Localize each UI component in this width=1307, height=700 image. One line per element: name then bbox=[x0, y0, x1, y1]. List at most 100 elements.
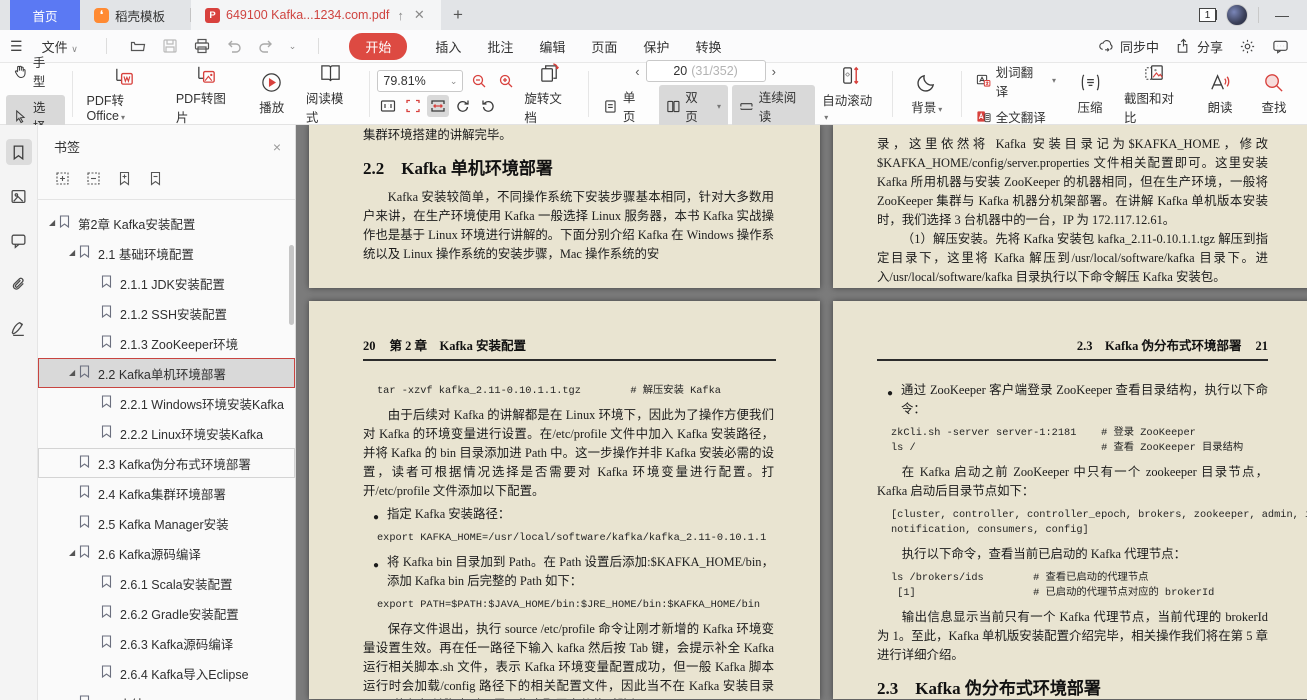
collapse-all-icon[interactable] bbox=[85, 170, 102, 190]
bookmark-label: 2.6.2 Gradle安装配置 bbox=[120, 604, 239, 623]
tab-up-arrow-icon[interactable]: ↑ bbox=[395, 8, 406, 23]
zoom-in-icon[interactable] bbox=[495, 70, 517, 92]
zoom-level-select[interactable]: 79.81% ⌄ bbox=[377, 70, 463, 92]
comments-panel-icon[interactable] bbox=[6, 227, 32, 253]
panel-scrollbar-thumb[interactable] bbox=[289, 245, 294, 325]
menu-edit[interactable]: 编辑 bbox=[533, 34, 571, 59]
menu-annotate[interactable]: 批注 bbox=[481, 34, 519, 59]
bookmark-item[interactable]: ◢2.1 基础环境配置 bbox=[38, 238, 295, 268]
tab-home[interactable]: 首页 bbox=[10, 0, 80, 30]
background-button[interactable]: 背景▾ bbox=[900, 67, 954, 120]
fit-page-icon[interactable] bbox=[402, 95, 424, 117]
thumbnails-panel-icon[interactable] bbox=[6, 183, 32, 209]
word-translate-icon bbox=[976, 73, 991, 88]
tree-expand-caret-icon[interactable]: ◢ bbox=[49, 218, 59, 227]
settings-gear-icon[interactable] bbox=[1239, 38, 1256, 55]
pdf-page-21[interactable]: 2.3 Kafka 伪分布式环境部署 21 ●通过 ZooKeeper 客户端登… bbox=[833, 301, 1307, 699]
read-mode-button[interactable]: 阅读模式 bbox=[299, 58, 363, 130]
bookmarks-panel-icon[interactable] bbox=[6, 139, 32, 165]
tree-expand-caret-icon[interactable]: ◢ bbox=[69, 248, 79, 257]
feedback-bubble-icon[interactable] bbox=[1272, 38, 1289, 55]
bookmark-icon bbox=[101, 575, 114, 591]
menu-protect[interactable]: 保护 bbox=[637, 34, 675, 59]
bookmark-item[interactable]: 2.5 Kafka Manager安装 bbox=[38, 508, 295, 538]
play-button[interactable]: 播放 bbox=[245, 67, 299, 120]
bookmark-item[interactable]: 2.1.3 ZooKeeper环境 bbox=[38, 328, 295, 358]
remove-bookmark-icon[interactable] bbox=[147, 170, 164, 190]
double-page-button[interactable]: 双页▾ bbox=[659, 85, 728, 127]
pdf-page-20[interactable]: 20 第 2 章 Kafka 安装配置 tar -xzvf kafka_2.11… bbox=[309, 301, 820, 699]
menu-start[interactable]: 开始 bbox=[349, 33, 407, 60]
next-page-icon[interactable]: › bbox=[766, 64, 782, 79]
panel-close-icon[interactable]: × bbox=[273, 139, 281, 155]
auto-scroll-button[interactable]: 自动滚动▾ bbox=[815, 60, 885, 127]
tab-close-icon[interactable]: ✕ bbox=[412, 7, 427, 23]
user-avatar[interactable] bbox=[1226, 4, 1248, 26]
prev-page-icon[interactable]: ‹ bbox=[629, 64, 645, 79]
double-page-icon bbox=[666, 99, 681, 114]
print-icon[interactable] bbox=[193, 37, 211, 55]
new-tab-button[interactable]: + bbox=[441, 0, 475, 30]
bookmark-icon bbox=[101, 425, 114, 441]
bookmark-icon bbox=[79, 365, 92, 381]
menu-insert[interactable]: 插入 bbox=[429, 34, 467, 59]
expand-all-icon[interactable] bbox=[54, 170, 71, 190]
compress-button[interactable]: 压缩 bbox=[1063, 67, 1117, 120]
open-folder-icon[interactable] bbox=[129, 37, 147, 55]
bookmark-item[interactable]: 2.1.2 SSH安装配置 bbox=[38, 298, 295, 328]
tree-expand-caret-icon[interactable]: ◢ bbox=[69, 548, 79, 557]
share-button[interactable]: 分享 bbox=[1175, 37, 1223, 56]
bookmark-icon bbox=[101, 395, 114, 411]
bullet-text: 指定 Kafka 安装路径： bbox=[387, 505, 510, 524]
continuous-read-button[interactable]: 连续阅读 bbox=[732, 85, 815, 127]
pdf-page-19[interactable]: 录，这里依然将 Kafka 安装目录记为$KAFKA_HOME，修改$KAFKA… bbox=[833, 125, 1307, 288]
bookmark-item[interactable]: 2.2.1 Windows环境安装Kafka bbox=[38, 388, 295, 418]
window-count-badge[interactable]: 1 bbox=[1199, 8, 1216, 22]
bookmark-label: 2.6.3 Kafka源码编译 bbox=[120, 634, 233, 653]
pdf-to-image-button[interactable]: PDF转图片 bbox=[169, 58, 245, 130]
word-translate-button[interactable]: 划词翻译▾ bbox=[969, 60, 1063, 102]
tab-pdf-document[interactable]: P 649100 Kafka...1234.com.pdf ↑ ✕ bbox=[191, 0, 441, 30]
find-button[interactable]: 查找 bbox=[1247, 67, 1301, 120]
menu-page[interactable]: 页面 bbox=[585, 34, 623, 59]
save-icon[interactable] bbox=[161, 37, 179, 55]
bookmark-item[interactable]: 2.6.2 Gradle安装配置 bbox=[38, 598, 295, 628]
bookmark-item[interactable]: 2.3 Kafka伪分布式环境部署 bbox=[38, 448, 295, 478]
minimize-button[interactable]: — bbox=[1269, 7, 1295, 23]
tab-docer[interactable]: ❛ 稻壳模板 bbox=[80, 0, 190, 30]
undo-icon[interactable] bbox=[225, 37, 243, 55]
rotate-right-icon[interactable] bbox=[477, 95, 499, 117]
bookmark-item[interactable]: ◢2.2 Kafka单机环境部署 bbox=[38, 358, 295, 388]
bookmark-item[interactable]: 2.6.3 Kafka源码编译 bbox=[38, 628, 295, 658]
tree-expand-caret-icon[interactable]: ◢ bbox=[69, 368, 79, 377]
bookmark-item[interactable]: 2.4 Kafka集群环境部署 bbox=[38, 478, 295, 508]
bookmark-item[interactable]: 2.6.1 Scala安装配置 bbox=[38, 568, 295, 598]
bookmark-item[interactable]: ◢第2章 Kafka安装配置 bbox=[38, 208, 295, 238]
signature-panel-icon[interactable] bbox=[6, 315, 32, 341]
read-aloud-button[interactable]: 朗读 bbox=[1193, 67, 1247, 120]
sync-status[interactable]: 同步中 bbox=[1098, 37, 1159, 56]
pdf-page-18[interactable]: 集群环境搭建的讲解完毕。2.2 Kafka 单机环境部署Kafka 安装较简单，… bbox=[309, 125, 820, 288]
bookmark-item[interactable]: 2.6.4 Kafka导入Eclipse bbox=[38, 658, 295, 688]
rotate-document-button[interactable]: 旋转文档 bbox=[517, 58, 581, 130]
bookmark-item[interactable]: 2.7 小结 bbox=[38, 688, 295, 700]
quickbar-more-icon[interactable]: ⌄ bbox=[289, 41, 297, 52]
attachments-panel-icon[interactable] bbox=[6, 271, 32, 297]
add-bookmark-icon[interactable] bbox=[116, 170, 133, 190]
page-number-input[interactable]: 20 (31/352) bbox=[646, 60, 766, 82]
bookmark-item[interactable]: ◢2.6 Kafka源码编译 bbox=[38, 538, 295, 568]
single-page-button[interactable]: 单页 bbox=[596, 85, 655, 127]
document-canvas[interactable]: 集群环境搭建的讲解完毕。2.2 Kafka 单机环境部署Kafka 安装较简单，… bbox=[296, 125, 1307, 700]
hand-tool-button[interactable]: 手型 bbox=[6, 50, 65, 92]
redo-icon[interactable] bbox=[257, 37, 275, 55]
menu-convert[interactable]: 转换 bbox=[689, 34, 727, 59]
fit-width-icon[interactable] bbox=[427, 95, 449, 117]
screenshot-compare-button[interactable]: 截图和对比 bbox=[1117, 58, 1193, 130]
rotate-left-icon[interactable] bbox=[452, 95, 474, 117]
actual-size-icon[interactable] bbox=[377, 95, 399, 117]
bookmark-item[interactable]: 2.1.1 JDK安装配置 bbox=[38, 268, 295, 298]
pdf-to-office-button[interactable]: PDF转Office▾ bbox=[80, 60, 169, 127]
tab-home-label: 首页 bbox=[32, 6, 57, 25]
bookmark-item[interactable]: 2.2.2 Linux环境安装Kafka bbox=[38, 418, 295, 448]
zoom-out-icon[interactable] bbox=[468, 70, 490, 92]
